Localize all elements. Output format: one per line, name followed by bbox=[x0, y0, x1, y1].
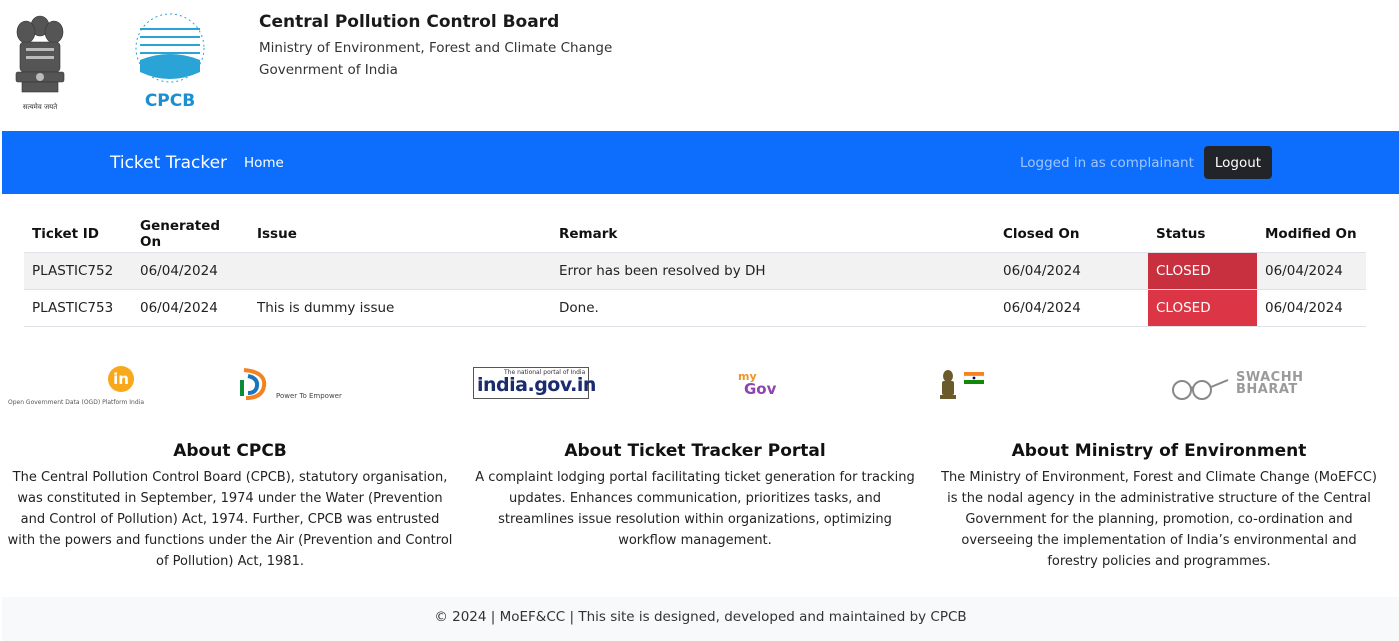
cell-generated-on: 06/04/2024 bbox=[132, 252, 249, 290]
mygov-gov-text: Gov bbox=[744, 380, 777, 398]
about-portal-text: A complaint lodging portal facilitating … bbox=[475, 470, 915, 548]
gandhi-glasses-icon bbox=[1172, 379, 1229, 400]
about-ministry-title: About Ministry of Environment bbox=[1011, 441, 1307, 461]
cell-modified-on: 06/04/2024 bbox=[1257, 252, 1366, 290]
partner-logos: in Open Government Data (OGD) Platform I… bbox=[0, 360, 1399, 410]
india-gov-logo[interactable]: The national portal of India india.gov.i… bbox=[473, 367, 596, 399]
navbar-brand[interactable]: Ticket Tracker bbox=[110, 153, 227, 173]
about-cpcb-title: About CPCB bbox=[173, 441, 287, 461]
emblem-flag-icon bbox=[940, 370, 985, 399]
digital-india-logo[interactable]: Power To Empower bbox=[238, 364, 348, 404]
india-gov-text: india.gov.in bbox=[477, 374, 596, 396]
cell-issue: This is dummy issue bbox=[249, 289, 551, 327]
cell-ticket-id: PLASTIC753 bbox=[24, 289, 132, 327]
tickets-table: Ticket ID Generated On Issue Remark Clos… bbox=[24, 217, 1366, 327]
cpcb-logo: CPCB bbox=[130, 6, 210, 111]
col-modified-on[interactable]: Modified On bbox=[1257, 217, 1366, 253]
logged-in-status: Logged in as complainant bbox=[1020, 155, 1194, 171]
col-remark[interactable]: Remark bbox=[551, 217, 995, 253]
cell-closed-on: 06/04/2024 bbox=[995, 289, 1148, 327]
organization-name: Central Pollution Control Board bbox=[259, 12, 560, 32]
digital-india-label: Power To Empower bbox=[276, 392, 342, 400]
ogd-label: Open Government Data (OGD) Platform Indi… bbox=[8, 399, 145, 406]
government-name: Govenrment of India bbox=[259, 62, 398, 78]
logout-button[interactable]: Logout bbox=[1204, 146, 1272, 179]
col-status[interactable]: Status bbox=[1148, 217, 1257, 253]
table-row[interactable]: PLASTIC752 06/04/2024 Error has been res… bbox=[24, 252, 1366, 290]
bharat-text: BHARAT bbox=[1236, 382, 1298, 397]
status-badge: CLOSED bbox=[1148, 252, 1257, 290]
cell-modified-on: 06/04/2024 bbox=[1257, 289, 1366, 327]
cell-remark: Error has been resolved by DH bbox=[551, 252, 995, 290]
site-header: सत्यमेव जयते CPCB Central Pollution Cont… bbox=[0, 0, 1399, 131]
status-badge: CLOSED bbox=[1148, 289, 1257, 327]
cell-issue bbox=[249, 252, 551, 290]
main-navbar: Ticket Tracker Home Logged in as complai… bbox=[2, 131, 1399, 194]
ministry-name: Ministry of Environment, Forest and Clim… bbox=[259, 40, 613, 56]
national-emblem-logo: सत्यमेव जयते bbox=[8, 8, 72, 112]
about-ministry-text: The Ministry of Environment, Forest and … bbox=[941, 470, 1377, 569]
about-portal-title: About Ticket Tracker Portal bbox=[564, 441, 826, 461]
table-row[interactable]: PLASTIC753 06/04/2024 This is dummy issu… bbox=[24, 289, 1366, 327]
col-issue[interactable]: Issue bbox=[249, 217, 551, 253]
ogd-platform-logo[interactable]: in Open Government Data (OGD) Platform I… bbox=[8, 366, 145, 408]
table-header-row: Ticket ID Generated On Issue Remark Clos… bbox=[24, 217, 1366, 253]
about-cpcb-section: About CPCB The Central Pollution Control… bbox=[6, 441, 454, 572]
cell-ticket-id: PLASTIC752 bbox=[24, 252, 132, 290]
col-ticket-id[interactable]: Ticket ID bbox=[24, 217, 132, 253]
footer-text: © 2024 | MoEF&CC | This site is designed… bbox=[434, 609, 967, 625]
about-portal-section: About Ticket Tracker Portal A complaint … bbox=[471, 441, 919, 551]
about-ministry-section: About Ministry of Environment The Minist… bbox=[935, 441, 1383, 572]
mygov-logo[interactable]: my Gov bbox=[738, 370, 782, 400]
cell-generated-on: 06/04/2024 bbox=[132, 289, 249, 327]
cell-closed-on: 06/04/2024 bbox=[995, 252, 1148, 290]
site-footer: © 2024 | MoEF&CC | This site is designed… bbox=[2, 597, 1399, 641]
col-closed-on[interactable]: Closed On bbox=[995, 217, 1148, 253]
about-cpcb-text: The Central Pollution Control Board (CPC… bbox=[7, 470, 453, 569]
cpcb-logo-text: CPCB bbox=[145, 91, 195, 110]
swachh-bharat-logo[interactable]: SWACHH BHARAT bbox=[1170, 368, 1303, 404]
nav-home-link[interactable]: Home bbox=[244, 155, 284, 171]
emblem-flag-logo[interactable] bbox=[938, 368, 988, 404]
emblem-caption: सत्यमेव जयते bbox=[23, 102, 58, 111]
digital-india-icon bbox=[240, 368, 267, 400]
cell-remark: Done. bbox=[551, 289, 995, 327]
ogd-icon: in bbox=[108, 366, 134, 392]
col-generated-on[interactable]: Generated On bbox=[132, 217, 249, 253]
